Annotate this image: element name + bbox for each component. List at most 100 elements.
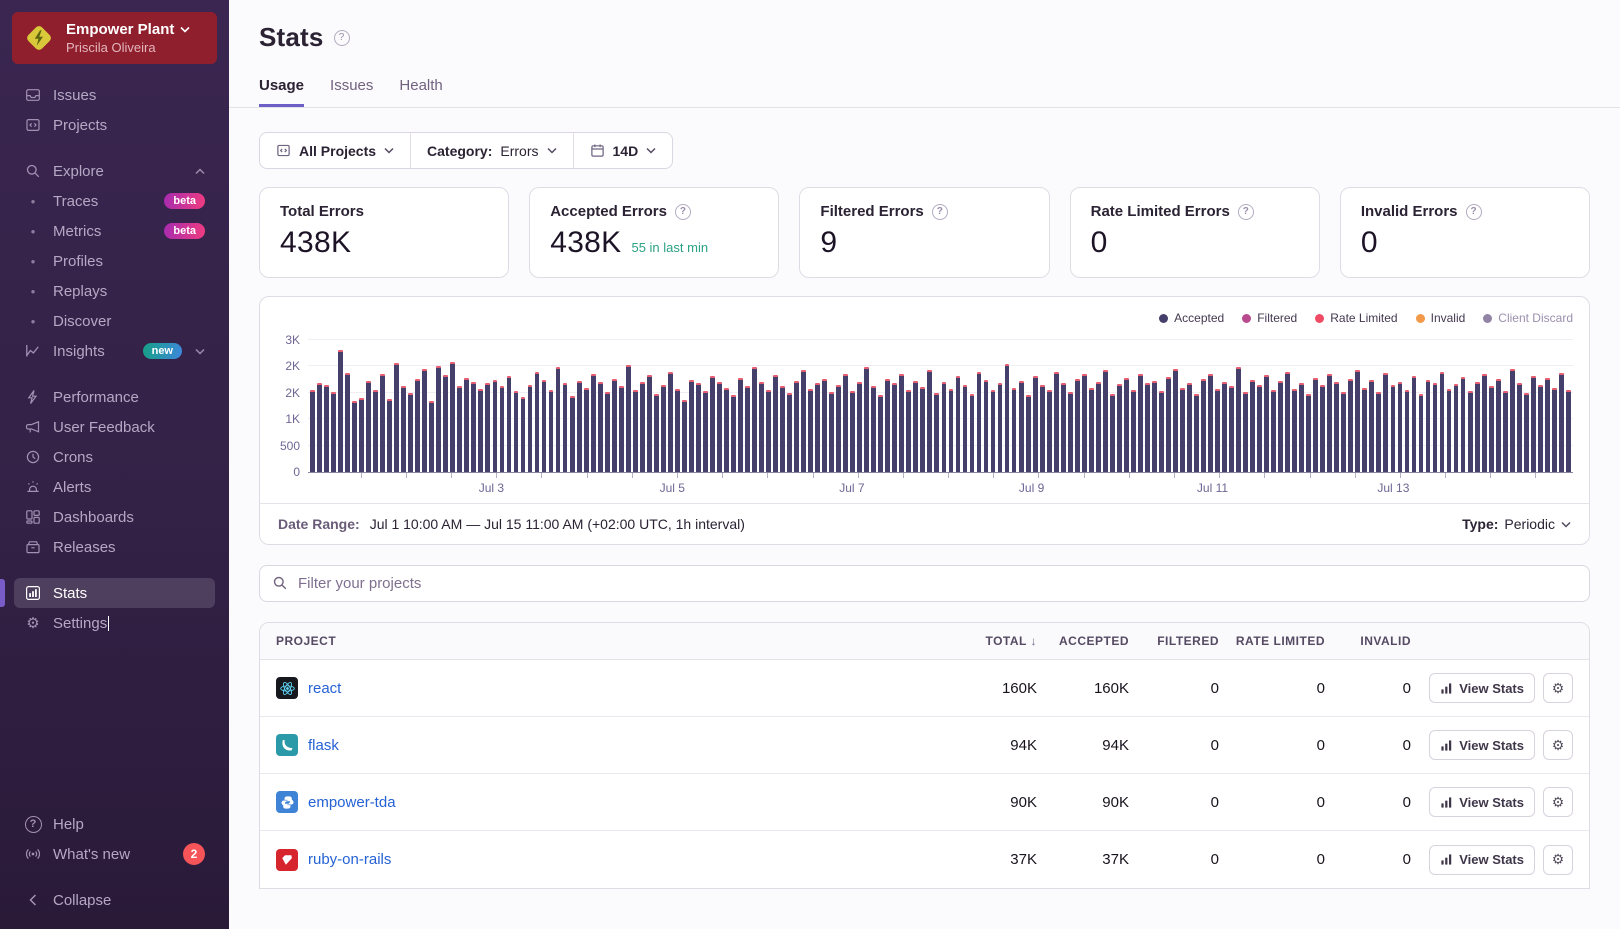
- chart-bar: [632, 390, 638, 472]
- sidebar-item-whats-new[interactable]: What's new 2: [14, 839, 215, 869]
- col-header-rate-limited[interactable]: RATE LIMITED: [1219, 634, 1325, 648]
- chart-bar: [1060, 383, 1066, 472]
- project-settings-gear-button[interactable]: ⚙: [1543, 673, 1573, 703]
- chart-bar: [667, 372, 673, 472]
- help-icon[interactable]: ?: [931, 203, 948, 220]
- chart-bar: [1067, 392, 1073, 472]
- chart-bar: [639, 382, 645, 472]
- chart-bar: [1509, 369, 1515, 472]
- chart-bar: [1025, 395, 1031, 472]
- sidebar-collapse-button[interactable]: Collapse: [14, 885, 215, 915]
- chart-bar: [1215, 389, 1220, 472]
- sidebar-item-metrics[interactable]: • Metrics beta: [14, 216, 215, 246]
- chart-bar: [1460, 377, 1466, 472]
- legend-item-client-discard[interactable]: Client Discard: [1483, 311, 1573, 325]
- view-stats-button[interactable]: View Stats: [1429, 787, 1535, 817]
- legend-item-accepted[interactable]: Accepted: [1159, 311, 1224, 325]
- chevron-up-icon: [195, 167, 205, 175]
- sidebar-item-performance[interactable]: Performance: [14, 382, 215, 412]
- chart-bar: [359, 398, 365, 472]
- ruby-platform-icon: [276, 848, 298, 871]
- page-help-icon[interactable]: ?: [333, 29, 350, 46]
- sidebar-item-help[interactable]: ? Help: [14, 809, 215, 839]
- sidebar-item-releases[interactable]: Releases: [14, 532, 215, 562]
- col-header-total[interactable]: TOTAL ↓: [941, 634, 1037, 648]
- sidebar-item-explore[interactable]: Explore: [14, 156, 215, 186]
- chart-bar: [1039, 385, 1045, 472]
- chart-bar: [555, 367, 561, 472]
- chart-bar: [878, 395, 884, 472]
- tab-health[interactable]: Health: [399, 77, 442, 107]
- sidebar-item-insights[interactable]: Insights new: [14, 336, 215, 366]
- help-icon[interactable]: ?: [674, 203, 691, 220]
- category-filter-dropdown[interactable]: Category: Errors: [410, 133, 572, 168]
- chart-bar: [997, 383, 1003, 472]
- filtered-value: 0: [1210, 679, 1219, 697]
- chart-bar: [1123, 378, 1129, 472]
- legend-item-invalid[interactable]: Invalid: [1415, 311, 1465, 325]
- project-link[interactable]: ruby-on-rails: [308, 851, 391, 868]
- help-icon[interactable]: ?: [1237, 203, 1254, 220]
- stat-value: 9: [820, 226, 838, 259]
- chart-bar: [478, 389, 484, 472]
- stat-card-invalid-errors: Invalid Errors? 0: [1339, 187, 1591, 278]
- chart-bar: [1474, 382, 1480, 472]
- chart-bar: [499, 386, 505, 472]
- gridline: [308, 339, 1573, 340]
- col-header-filtered[interactable]: FILTERED: [1129, 634, 1219, 648]
- legend-item-filtered[interactable]: Filtered: [1242, 311, 1297, 325]
- col-header-invalid[interactable]: INVALID: [1325, 634, 1411, 648]
- table-header-row: PROJECT TOTAL ↓ ACCEPTED FILTERED RATE L…: [260, 623, 1589, 660]
- main-content: Stats ? Usage Issues Health All Projects…: [229, 0, 1620, 929]
- sidebar-item-profiles[interactable]: • Profiles: [14, 246, 215, 276]
- chart-bar: [597, 382, 603, 472]
- chart-bar: [983, 380, 989, 472]
- type-dropdown[interactable]: Type: Periodic: [1462, 516, 1571, 532]
- col-header-accepted[interactable]: ACCEPTED: [1037, 634, 1129, 648]
- project-settings-gear-button[interactable]: ⚙: [1543, 844, 1573, 875]
- chart-bar: [1102, 370, 1108, 472]
- sidebar-item-projects[interactable]: Projects: [14, 110, 215, 140]
- stat-cards: Total Errors 438K Accepted Errors? 438K 5…: [259, 187, 1591, 278]
- sidebar-item-traces[interactable]: • Traces beta: [14, 186, 215, 216]
- chart-bar: [801, 370, 807, 472]
- sidebar-item-discover[interactable]: • Discover: [14, 306, 215, 336]
- sidebar-item-crons[interactable]: Crons: [14, 442, 215, 472]
- view-stats-button[interactable]: View Stats: [1429, 673, 1535, 703]
- x-axis-tick: [1264, 473, 1266, 478]
- tab-issues[interactable]: Issues: [330, 77, 373, 107]
- chart-bar: [1151, 381, 1157, 472]
- project-settings-gear-button[interactable]: ⚙: [1543, 787, 1573, 817]
- help-icon[interactable]: ?: [1465, 203, 1482, 220]
- x-axis-tick: [1038, 473, 1040, 478]
- project-link[interactable]: empower-tda: [308, 794, 396, 811]
- chart-bar: [1397, 382, 1403, 472]
- chart-bar: [1173, 369, 1178, 472]
- view-stats-button[interactable]: View Stats: [1429, 844, 1535, 875]
- sidebar-item-stats[interactable]: Stats: [0, 578, 215, 608]
- date-range-dropdown[interactable]: 14D: [572, 133, 673, 168]
- view-stats-button[interactable]: View Stats: [1429, 730, 1535, 760]
- table-row-flask: flask 94K 94K 0 0 0 View Stats ⚙: [260, 717, 1589, 774]
- chart-bar: [401, 386, 407, 472]
- tab-usage[interactable]: Usage: [259, 77, 305, 107]
- sidebar-item-replays[interactable]: • Replays: [14, 276, 215, 306]
- x-axis-tick: [1219, 473, 1221, 478]
- archive-box-icon: [24, 539, 42, 555]
- project-link[interactable]: flask: [308, 737, 339, 754]
- legend-item-rate-limited[interactable]: Rate Limited: [1315, 311, 1398, 325]
- search-input[interactable]: [259, 565, 1590, 602]
- sidebar-item-issues[interactable]: Issues: [14, 80, 215, 110]
- sidebar-item-user-feedback[interactable]: User Feedback: [14, 412, 215, 442]
- table-body: react 160K 160K 0 0 0 View Stats ⚙ flask 94K 94K 0 0…: [260, 660, 1589, 888]
- sidebar-item-dashboards[interactable]: Dashboards: [14, 502, 215, 532]
- sidebar-item-alerts[interactable]: Alerts: [14, 472, 215, 502]
- page-title: Stats: [259, 22, 324, 52]
- org-switcher[interactable]: Empower Plant Priscila Oliveira: [12, 12, 217, 64]
- chart-bar: [548, 390, 554, 472]
- chart-bar: [310, 390, 315, 472]
- project-settings-gear-button[interactable]: ⚙: [1543, 730, 1573, 760]
- project-link[interactable]: react: [308, 680, 341, 697]
- sidebar-item-settings[interactable]: ⚙ Settings: [14, 608, 215, 638]
- project-filter-dropdown[interactable]: All Projects: [260, 133, 410, 168]
